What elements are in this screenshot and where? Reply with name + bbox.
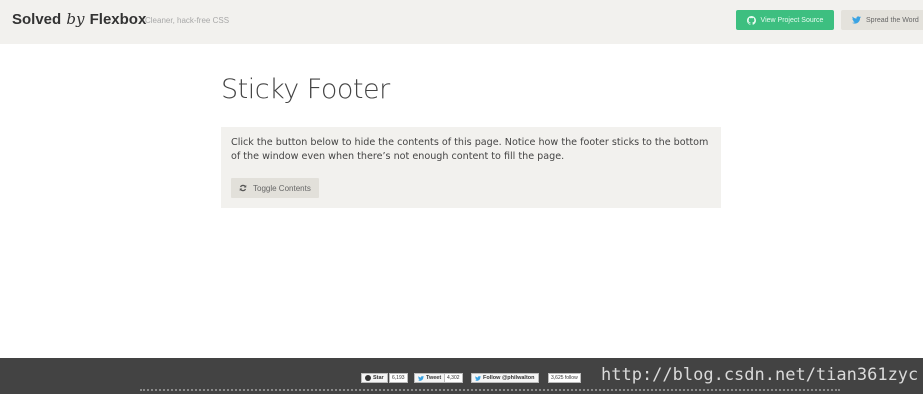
github-icon <box>746 15 756 25</box>
github-small-icon <box>365 375 371 381</box>
tweet-label: Tweet <box>426 375 442 381</box>
toggle-contents-label: Toggle Contents <box>253 183 311 193</box>
site-logo[interactable]: Solved by Flexbox <box>12 10 146 28</box>
github-star-button[interactable]: Star <box>361 373 388 383</box>
tweet-count: 4,302 <box>444 373 463 383</box>
site-tagline: Cleaner, hack-free CSS <box>145 16 230 25</box>
brand-solved: Solved <box>12 11 62 28</box>
twitter-icon <box>852 16 861 24</box>
footer-credits-line <box>140 389 840 393</box>
watermark-text: http://blog.csdn.net/tian361zyc <box>601 365 919 385</box>
page-title: Sticky Footer <box>221 74 390 105</box>
content-panel: Click the button below to hide the conte… <box>221 127 721 208</box>
brand-flexbox: Flexbox <box>89 11 147 28</box>
site-header: Solved by Flexbox Cleaner, hack-free CSS… <box>0 0 923 44</box>
tweet-button[interactable]: Tweet <box>414 373 446 383</box>
spread-word-label: Spread the Word <box>866 16 919 24</box>
star-count: 6,193 <box>389 373 408 383</box>
star-label: Star <box>373 375 384 381</box>
toggle-contents-button[interactable]: Toggle Contents <box>231 178 319 198</box>
page-description: Click the button below to hide the conte… <box>231 137 709 162</box>
refresh-icon <box>239 184 247 192</box>
follow-count: 3,625 follow <box>548 373 581 383</box>
follow-button[interactable]: Follow @philwalton <box>471 373 539 383</box>
twitter-small-icon <box>418 375 424 381</box>
view-source-label: View Project Source <box>760 16 824 24</box>
brand-by: by <box>66 10 85 28</box>
twitter-follow-icon <box>475 375 481 381</box>
site-footer: Star 6,193 Tweet 4,302 Follow @philwalto… <box>0 358 923 394</box>
view-source-button[interactable]: View Project Source <box>736 10 834 30</box>
follow-label: Follow @philwalton <box>483 375 535 381</box>
spread-word-button[interactable]: Spread the Word <box>841 10 923 30</box>
